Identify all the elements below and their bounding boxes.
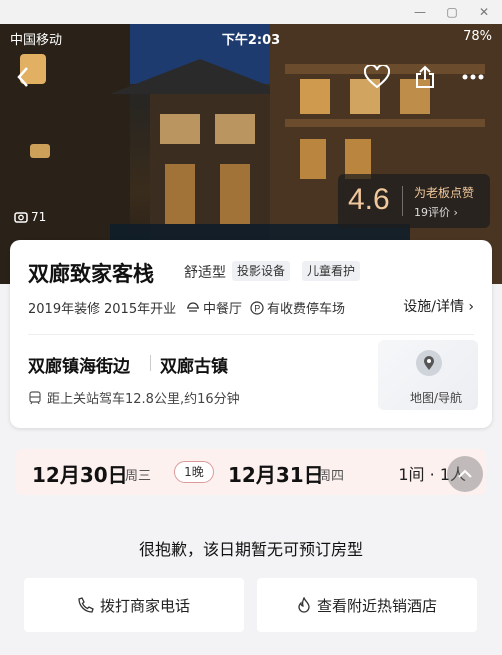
clock: 下午2:03 <box>221 33 281 48</box>
hotel-name: 双廊致家客栈 <box>28 262 154 286</box>
tag-projector: 投影设备 <box>232 261 291 281</box>
amenity-parking: P 有收费停车场 <box>250 298 345 317</box>
call-merchant-label: 拨打商家电话 <box>99 596 190 615</box>
tag-childcare: 儿童看护 <box>302 261 361 281</box>
checkout-date[interactable]: 12月31日 <box>228 459 324 488</box>
map-navigation-link[interactable]: 地图/导航 <box>410 389 462 406</box>
hotel-info-card: 双廊致家客栈 舒适型 投影设备 儿童看护 2019年装修 2015年开业 中餐厅… <box>10 240 492 428</box>
scroll-top-button[interactable] <box>447 456 483 492</box>
date-selector[interactable]: 12月30日 周三 1晚 12月31日 周四 1间 · 1人 <box>16 449 486 495</box>
hotel-type: 舒适型 <box>184 265 226 281</box>
location-district: 双廊古镇 <box>160 357 228 377</box>
checkout-weekday: 周四 <box>318 469 345 484</box>
camera-icon <box>14 212 28 223</box>
restaurant-icon <box>187 301 199 312</box>
rating-score: 4.6 <box>348 183 390 216</box>
nights-badge: 1晚 <box>174 461 214 483</box>
amenity-parking-label: 有收费停车场 <box>267 302 346 317</box>
review-count-link[interactable]: 19评价 › <box>414 204 458 220</box>
chevron-left-icon <box>17 67 28 87</box>
parking-icon: P <box>250 300 264 315</box>
rating-label: 为老板点赞 <box>414 186 475 200</box>
phone-icon <box>78 597 94 613</box>
amenity-restaurant: 中餐厅 <box>186 298 242 317</box>
more-dots-icon <box>462 74 484 80</box>
photo-count-value: 71 <box>31 210 47 224</box>
flame-icon <box>298 597 310 613</box>
checkin-date[interactable]: 12月30日 <box>32 459 128 488</box>
window-chrome: — ▢ ✕ <box>0 0 502 24</box>
minimize-icon[interactable]: — <box>412 4 428 20</box>
share-icon <box>416 65 434 88</box>
location-area: 双廊镇海街边 <box>28 357 130 377</box>
phone-status-bar: 中国移动 下午2:03 78% <box>0 26 502 48</box>
rating-divider <box>402 186 403 216</box>
back-button[interactable] <box>8 62 38 92</box>
transit-icon <box>29 390 41 404</box>
photo-count[interactable]: 71 <box>14 210 46 224</box>
nearby-hotels-button[interactable]: 查看附近热销酒店 <box>257 578 477 632</box>
chevron-up-icon <box>458 469 472 478</box>
close-icon[interactable]: ✕ <box>476 4 492 20</box>
map-pin-button[interactable] <box>416 350 442 376</box>
share-button[interactable] <box>410 62 440 92</box>
maximize-icon[interactable]: ▢ <box>444 4 460 20</box>
battery-level: 78% <box>463 29 492 44</box>
facilities-details-link[interactable]: 设施/详情 › <box>403 296 474 316</box>
amenity-restaurant-label: 中餐厅 <box>203 302 243 317</box>
call-merchant-button[interactable]: 拨打商家电话 <box>24 578 244 632</box>
heart-icon <box>364 65 390 89</box>
card-divider <box>28 334 474 335</box>
location-separator <box>150 355 151 371</box>
renovated-year: 2019年装修 <box>28 302 101 317</box>
favorite-button[interactable] <box>362 62 392 92</box>
distance-text: 距上关站驾车12.8公里,约16分钟 <box>47 392 240 407</box>
checkin-weekday: 周三 <box>125 469 152 484</box>
rating-box[interactable]: 4.6 为老板点赞 19评价 › <box>338 174 490 228</box>
distance-info: 距上关站驾车12.8公里,约16分钟 <box>28 388 240 407</box>
map-pin-icon <box>424 356 434 370</box>
more-button[interactable] <box>458 62 488 92</box>
no-rooms-message: 很抱歉，该日期暂无可预订房型 <box>138 540 363 559</box>
opened-year: 2015年开业 <box>104 302 177 317</box>
nearby-hotels-label: 查看附近热销酒店 <box>316 596 437 615</box>
svg-text:P: P <box>254 303 260 313</box>
